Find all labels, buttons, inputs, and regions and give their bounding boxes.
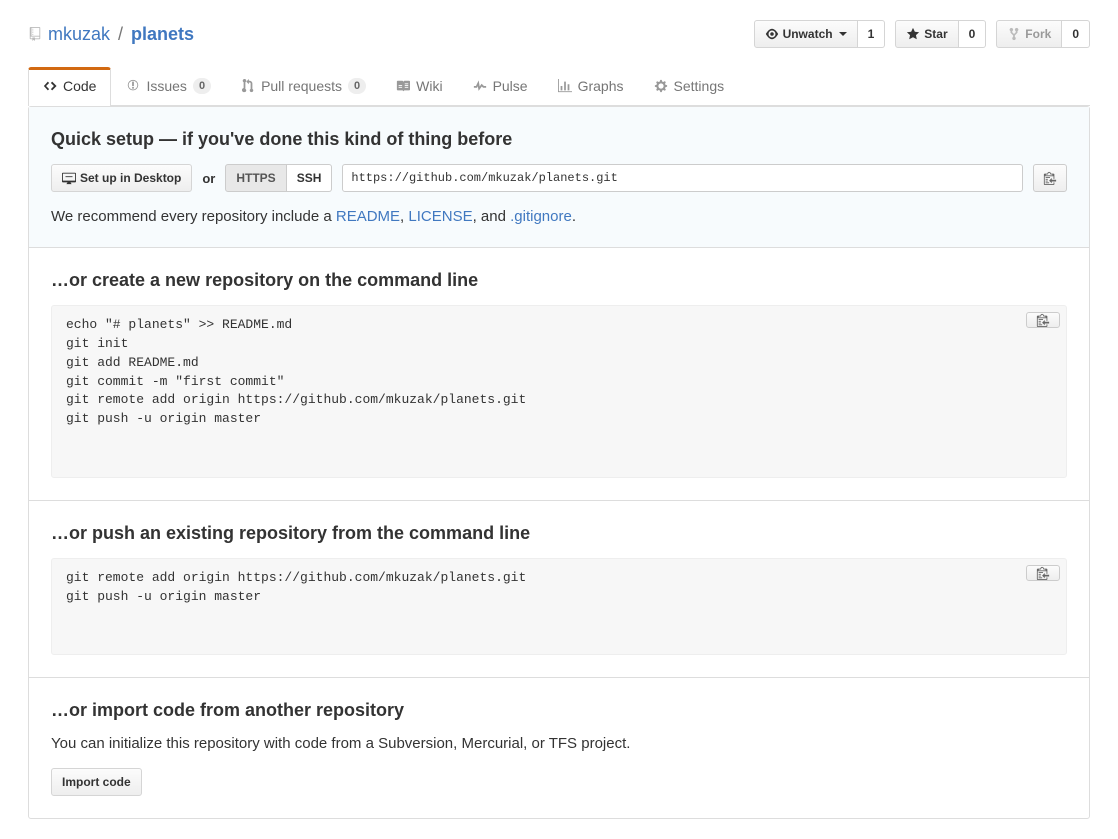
tab-settings-label: Settings [674,78,725,94]
star-label: Star [924,25,947,43]
license-link[interactable]: LICENSE [408,208,472,225]
push-code: git remote add origin https://github.com… [66,570,526,604]
fork-group: Fork 0 [996,20,1090,48]
eye-icon [765,27,779,41]
https-button[interactable]: HTTPS [225,164,286,192]
tab-graphs-label: Graphs [578,78,624,94]
tab-pulse-label: Pulse [493,78,528,94]
gear-icon [654,79,668,93]
star-button[interactable]: Star [895,20,958,48]
copy-push-button[interactable] [1026,565,1060,581]
import-code-label: Import code [62,773,131,791]
tab-code[interactable]: Code [28,67,111,106]
clipboard-icon [1036,566,1050,580]
tab-pulls-label: Pull requests [261,78,342,94]
star-group: Star 0 [895,20,986,48]
unwatch-label: Unwatch [783,25,833,43]
chevron-down-icon [839,32,847,36]
gitignore-link[interactable]: .gitignore [510,208,572,225]
pulls-count: 0 [348,78,366,94]
unwatch-button[interactable]: Unwatch [754,20,858,48]
owner-link[interactable]: mkuzak [48,24,110,45]
pulse-icon [473,79,487,93]
import-code-button[interactable]: Import code [51,768,142,796]
setup-desktop-button[interactable]: Set up in Desktop [51,164,192,192]
copy-url-button[interactable] [1033,164,1067,192]
or-text: or [202,171,215,186]
watch-group: Unwatch 1 [754,20,886,48]
push-code-block[interactable]: git remote add origin https://github.com… [51,558,1067,655]
import-desc: You can initialize this repository with … [51,735,1067,752]
tab-code-label: Code [63,78,96,94]
ssh-button[interactable]: SSH [287,164,333,192]
clipboard-icon [1036,313,1050,327]
star-icon [906,27,920,41]
setup-desktop-label: Set up in Desktop [80,169,181,187]
readme-link[interactable]: README [336,208,400,225]
create-code-block[interactable]: echo "# planets" >> README.md git init g… [51,305,1067,478]
fork-label: Fork [1025,25,1051,43]
tab-pulls[interactable]: Pull requests 0 [226,67,381,106]
quick-setup-title: Quick setup — if you've done this kind o… [51,129,1067,150]
recommend-text: We recommend every repository include a … [51,208,1067,225]
issues-count: 0 [193,78,211,94]
book-icon [396,79,410,93]
tab-graphs[interactable]: Graphs [543,67,639,106]
breadcrumb: mkuzak / planets [28,24,194,45]
watch-count[interactable]: 1 [858,20,886,48]
tab-pulse[interactable]: Pulse [458,67,543,106]
import-title: …or import code from another repository [51,700,1067,721]
tab-wiki[interactable]: Wiki [381,67,457,106]
star-count[interactable]: 0 [959,20,987,48]
pull-icon [241,79,255,93]
create-code: echo "# planets" >> README.md git init g… [66,317,526,426]
repo-link[interactable]: planets [131,24,194,44]
repo-icon [28,27,42,41]
desktop-icon [62,171,76,185]
tab-wiki-label: Wiki [416,78,442,94]
graph-icon [558,79,572,93]
repo-tabs: Code Issues 0 Pull requests 0 Wiki Pulse… [28,66,1090,106]
fork-count[interactable]: 0 [1062,20,1090,48]
clipboard-icon [1043,171,1057,185]
tab-issues-label: Issues [146,78,186,94]
copy-create-button[interactable] [1026,312,1060,328]
tab-issues[interactable]: Issues 0 [111,67,226,106]
issue-icon [126,79,140,93]
clone-url-input[interactable] [342,164,1023,192]
code-icon [43,79,57,93]
push-repo-title: …or push an existing repository from the… [51,523,1067,544]
create-repo-title: …or create a new repository on the comma… [51,270,1067,291]
fork-icon [1007,27,1021,41]
tab-settings[interactable]: Settings [639,67,740,106]
fork-button[interactable]: Fork [996,20,1062,48]
separator: / [118,24,123,45]
